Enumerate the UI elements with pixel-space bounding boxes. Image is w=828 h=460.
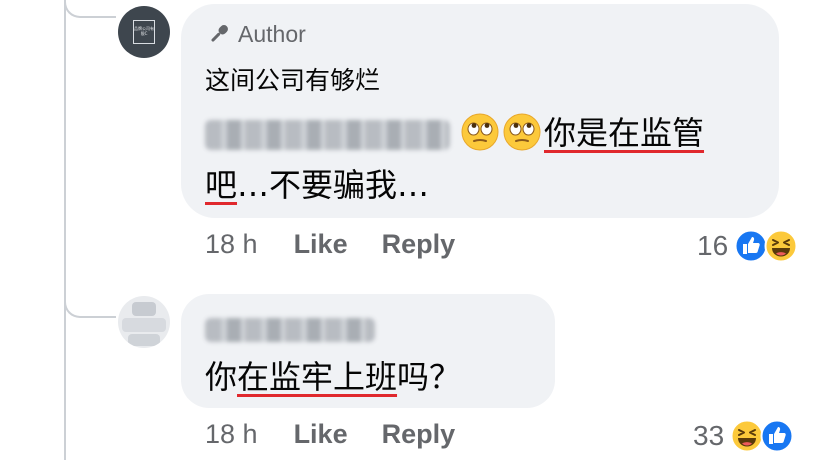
commenter-avatar[interactable] (118, 296, 170, 348)
underlined-text: 在监牢上班 (237, 358, 398, 396)
comment-text: 你 (205, 358, 238, 396)
like-button[interactable]: Like (294, 419, 348, 450)
comment-text: …不要骗我… (237, 166, 430, 204)
rolling-eyes-emoji-icon (503, 113, 541, 151)
reply-button[interactable]: Reply (382, 229, 456, 260)
underlined-text: 吧 (205, 166, 238, 204)
haha-icon (730, 419, 764, 453)
comment-text-line: 你是在监管 (205, 108, 704, 155)
reaction-summary[interactable]: 33 (693, 419, 794, 453)
author-badge-label: Author (238, 20, 306, 47)
comment-actions: 18 h Like Reply (205, 229, 489, 260)
timestamp[interactable]: 18 h (205, 229, 258, 260)
author-avatar[interactable]: 品牌公司有限C (118, 6, 170, 58)
reaction-count: 33 (693, 420, 725, 451)
haha-icon (764, 229, 798, 263)
like-icon (760, 419, 794, 453)
thread-connector (64, 0, 116, 18)
timestamp[interactable]: 18 h (205, 419, 258, 450)
underlined-text: 你是在监管 (544, 114, 705, 152)
comment-text-line: 你在监牢上班吗？ (205, 352, 461, 398)
thread-line (64, 0, 66, 460)
blurred-mention[interactable] (205, 120, 450, 150)
thread-connector (64, 290, 116, 318)
author-badge: Author (207, 20, 306, 48)
comment-actions: 18 h Like Reply (205, 419, 489, 450)
comment-text-line: 吧…不要骗我… (205, 160, 429, 206)
reply-button[interactable]: Reply (382, 419, 456, 450)
comment-text-line: 这间公司有够烂 (205, 66, 381, 95)
avatar-pixelation (122, 318, 166, 332)
avatar-logo-text: 品牌公司有限C (133, 20, 155, 44)
reaction-summary[interactable]: 16 (697, 229, 798, 263)
comment-text: 吗？ (397, 358, 462, 396)
avatar-pixelation (128, 334, 160, 346)
avatar-pixelation (132, 302, 156, 316)
reaction-count: 16 (697, 230, 729, 261)
blurred-commenter-name[interactable] (205, 318, 375, 342)
microphone-icon (211, 25, 228, 42)
rolling-eyes-emoji-icon (461, 113, 499, 151)
like-button[interactable]: Like (294, 229, 348, 260)
like-icon (734, 229, 768, 263)
